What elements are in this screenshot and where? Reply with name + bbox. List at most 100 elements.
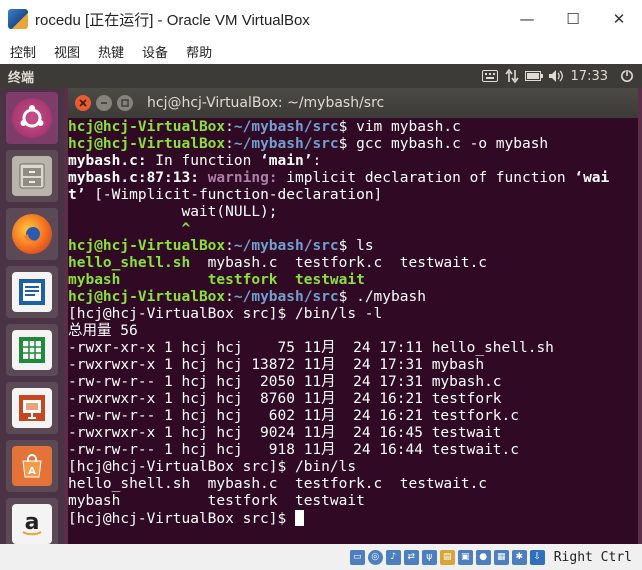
firefox-icon — [12, 214, 52, 254]
terminal-text-segment: -rwxrwxr-x 1 hcj hcj 9024 11月 24 16:45 t… — [68, 425, 502, 441]
terminal-line: t’ [-Wimplicit-function-declaration] — [68, 187, 638, 204]
launcher-amazon[interactable]: a — [6, 498, 58, 544]
terminal-text-segment: : — [225, 289, 234, 305]
terminal-text-segment: ~/mybash/src — [233, 289, 339, 305]
terminal-text-segment: warning: — [207, 170, 278, 186]
minimize-button[interactable]: — — [504, 0, 550, 38]
launcher-firefox[interactable] — [6, 208, 58, 260]
shared-folders-icon[interactable]: ▤ — [439, 549, 455, 565]
terminal-maximize-button[interactable] — [117, 95, 133, 111]
menu-control[interactable]: 控制 — [10, 42, 36, 61]
terminal-text-segment: -rwxrwxr-x 1 hcj hcj 8760 11月 24 16:21 t… — [68, 391, 502, 407]
terminal-text-segment: mybash.c testfork.c testwait.c — [190, 255, 488, 271]
svg-text:A: A — [28, 466, 36, 477]
terminal-line: hcj@hcj-VirtualBox:~/mybash/src$ ls — [68, 238, 638, 255]
launcher-files[interactable] — [6, 150, 58, 202]
terminal-line: mybash testfork testwait — [68, 272, 638, 289]
terminal-close-button[interactable] — [75, 95, 91, 111]
close-button[interactable]: ✕ — [596, 0, 642, 38]
network-icon[interactable]: ⇄ — [403, 549, 419, 565]
terminal-line: hcj@hcj-VirtualBox:~/mybash/src$ ./mybas… — [68, 289, 638, 306]
terminal-output[interactable]: hcj@hcj-VirtualBox:~/mybash/src$ vim myb… — [68, 119, 638, 544]
cpu-virtualization-icon[interactable]: ▦ — [493, 549, 509, 565]
terminal-text-segment: mybash — [68, 272, 121, 288]
maximize-button[interactable]: ☐ — [550, 0, 596, 38]
terminal-line: -rwxr-xr-x 1 hcj hcj 75 11月 24 17:11 hel… — [68, 340, 638, 357]
hard-disk-icon[interactable]: ▭ — [349, 549, 365, 565]
terminal-line: hello_shell.sh mybash.c testfork.c testw… — [68, 476, 638, 493]
terminal-line: mybash.c:87:13: warning: implicit declar… — [68, 170, 638, 187]
host-key-label: Right Ctrl — [553, 549, 632, 565]
amazon-icon: a — [12, 504, 52, 544]
terminal-text-segment: t’ — [68, 187, 86, 203]
terminal-text-segment: -rwxr-xr-x 1 hcj hcj 75 11月 24 17:11 hel… — [68, 340, 554, 356]
terminal-line: -rwxrwxr-x 1 hcj hcj 8760 11月 24 16:21 t… — [68, 391, 638, 408]
launcher-dash[interactable] — [6, 92, 58, 144]
ubuntu-top-panel: 终端 17:33 — [0, 64, 642, 88]
terminal-window: hcj@hcj-VirtualBox: ~/mybash/src hcj@hcj… — [68, 88, 638, 544]
terminal-text-segment: ‘main’ — [260, 153, 313, 169]
libreoffice-calc-icon — [12, 330, 52, 370]
terminal-text-segment: hello_shell.sh mybash.c testfork.c testw… — [68, 476, 488, 492]
launcher-writer[interactable] — [6, 266, 58, 318]
terminal-text-segment: ~/mybash/src — [233, 119, 339, 135]
terminal-text-segment: ~/mybash/src — [233, 238, 339, 254]
terminal-text-segment: mybash.c: — [68, 153, 147, 169]
power-gear-icon[interactable] — [616, 64, 638, 88]
close-icon — [79, 99, 87, 107]
terminal-line: hcj@hcj-VirtualBox:~/mybash/src$ vim myb… — [68, 119, 638, 136]
terminal-text-segment: : — [312, 153, 322, 169]
file-cabinet-icon — [12, 156, 52, 196]
terminal-text-segment: -rw-rw-r-- 1 hcj hcj 602 11月 24 16:21 te… — [68, 408, 519, 424]
usb-icon[interactable]: ψ — [421, 549, 437, 565]
terminal-text-segment: : — [225, 238, 234, 254]
terminal-line: mybash.c: In function ‘main’: — [68, 153, 638, 170]
clock[interactable]: 17:33 — [571, 69, 608, 84]
terminal-text-segment: mybash.c:87:13: — [68, 170, 199, 186]
terminal-text-segment: -rwxrwxr-x 1 hcj hcj 13872 11月 24 17:31 … — [68, 357, 485, 373]
menu-help[interactable]: 帮助 — [186, 42, 212, 61]
terminal-text-segment: testwait — [295, 272, 365, 288]
libreoffice-impress-icon — [12, 388, 52, 428]
terminal-text-segment: hcj@hcj-VirtualBox — [68, 119, 226, 135]
optical-drive-icon[interactable]: ◎ — [367, 549, 383, 565]
terminal-line: 总用量 56 — [68, 323, 638, 340]
launcher-impress[interactable] — [6, 382, 58, 434]
terminal-text-segment: ~/mybash/src — [233, 136, 339, 152]
terminal-text-segment: In function — [146, 153, 261, 169]
battery-icon[interactable] — [523, 64, 545, 88]
terminal-text-segment: : — [225, 119, 234, 135]
terminal-titlebar[interactable]: hcj@hcj-VirtualBox: ~/mybash/src — [68, 88, 638, 118]
menu-devices[interactable]: 设备 — [142, 42, 168, 61]
mouse-integration-icon[interactable]: ✱ — [511, 549, 527, 565]
keyboard-icon[interactable] — [479, 64, 501, 88]
shopping-bag-icon: A — [12, 446, 52, 486]
host-key-arrow-icon[interactable]: ⇩ — [529, 549, 545, 565]
terminal-minimize-button[interactable] — [96, 95, 112, 111]
libreoffice-writer-icon — [12, 272, 52, 312]
display-icon[interactable]: ▣ — [457, 549, 473, 565]
audio-icon[interactable]: ♪ — [385, 549, 401, 565]
terminal-text-segment: $ ls — [338, 238, 374, 254]
terminal-line: [hcj@hcj-VirtualBox src]$ /bin/ls -l — [68, 306, 638, 323]
terminal-text-segment: [hcj@hcj-VirtualBox src]$ /bin/ls -l — [68, 306, 383, 322]
terminal-text-segment: [hcj@hcj-VirtualBox src]$ — [68, 511, 295, 527]
terminal-line: -rw-rw-r-- 1 hcj hcj 602 11月 24 16:21 te… — [68, 408, 638, 425]
launcher-calc[interactable] — [6, 324, 58, 376]
launcher-software-center[interactable]: A — [6, 440, 58, 492]
terminal-line: -rwxrwxr-x 1 hcj hcj 9024 11月 24 16:45 t… — [68, 425, 638, 442]
volume-icon[interactable] — [545, 64, 567, 88]
terminal-text-segment: [hcj@hcj-VirtualBox src]$ /bin/ls — [68, 459, 357, 475]
menu-hotkey[interactable]: 热键 — [98, 42, 124, 61]
host-window-title: rocedu [正在运行] - Oracle VM VirtualBox — [35, 11, 310, 29]
virtualbox-app-icon — [8, 9, 28, 29]
menu-view[interactable]: 视图 — [54, 42, 80, 61]
terminal-title: hcj@hcj-VirtualBox: ~/mybash/src — [147, 95, 385, 111]
terminal-cursor — [294, 510, 304, 526]
terminal-text-segment: mybash testfork testwait — [68, 493, 365, 509]
terminal-text-segment: -rw-rw-r-- 1 hcj hcj 2050 11月 24 17:31 m… — [68, 374, 502, 390]
network-updown-icon[interactable] — [501, 64, 523, 88]
video-capture-icon[interactable]: ● — [475, 549, 491, 565]
